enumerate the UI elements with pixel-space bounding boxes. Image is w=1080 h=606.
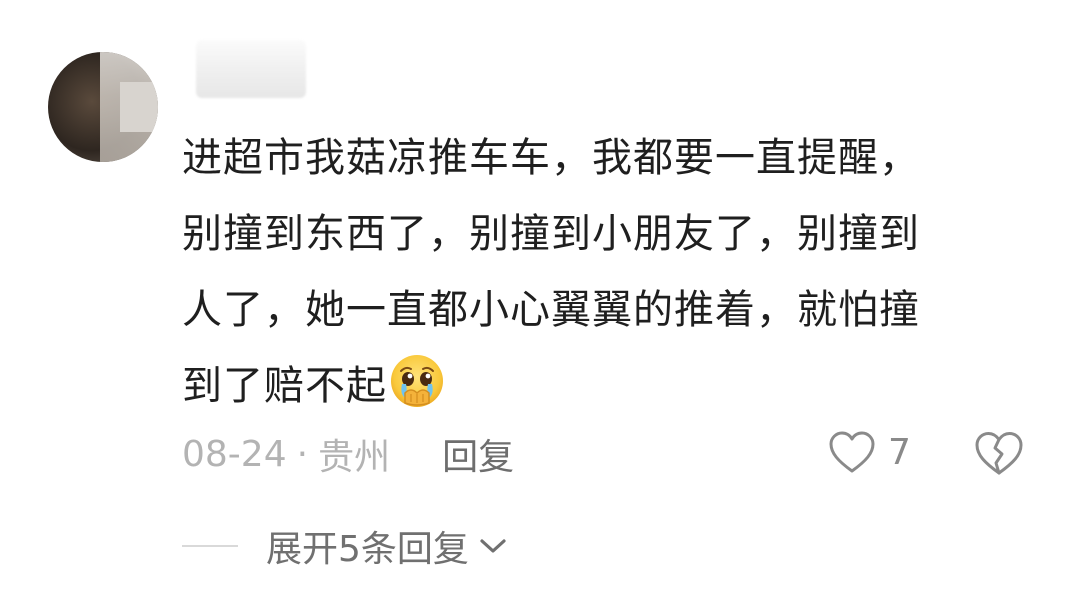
- like-button[interactable]: 7: [828, 430, 911, 474]
- like-count: 7: [888, 431, 911, 473]
- divider-line: [182, 545, 238, 547]
- comment-line-text: 到了赔不起: [182, 363, 387, 409]
- broken-heart-icon[interactable]: [974, 430, 1024, 476]
- avatar-mosaic-block: [120, 82, 158, 132]
- reply-button[interactable]: 回复: [442, 428, 514, 480]
- comment-location: 贵州: [318, 437, 391, 478]
- username-blurred[interactable]: [196, 40, 306, 98]
- comment-line: 人了，她一直都小心翼翼的推着，就怕撞: [182, 287, 920, 333]
- avatar[interactable]: [48, 52, 158, 162]
- expand-replies-button[interactable]: 展开5条回复: [182, 520, 507, 572]
- chevron-down-icon: [480, 539, 506, 553]
- meta-separator: ·: [296, 433, 309, 475]
- comment-item: 进超市我菇凉推车车，我都要一直提醒， 别撞到东西了，别撞到小朋友了，别撞到 人了…: [0, 0, 1080, 606]
- comment-line: 进超市我菇凉推车车，我都要一直提醒，: [182, 135, 920, 181]
- comment-line: 别撞到东西了，别撞到小朋友了，别撞到: [182, 211, 920, 257]
- comment-date: 08-24: [182, 433, 287, 475]
- comment-meta: 08-24 · 贵州 回复: [182, 428, 514, 480]
- comment-line-last: 到了赔不起: [182, 348, 1042, 424]
- heart-outline-icon: [829, 431, 875, 473]
- pleading-face-emoji-icon: [391, 355, 443, 407]
- comment-body: 进超市我菇凉推车车，我都要一直提醒， 别撞到东西了，别撞到小朋友了，别撞到 人了…: [182, 120, 1042, 424]
- expand-replies-label: 展开5条回复: [266, 529, 469, 570]
